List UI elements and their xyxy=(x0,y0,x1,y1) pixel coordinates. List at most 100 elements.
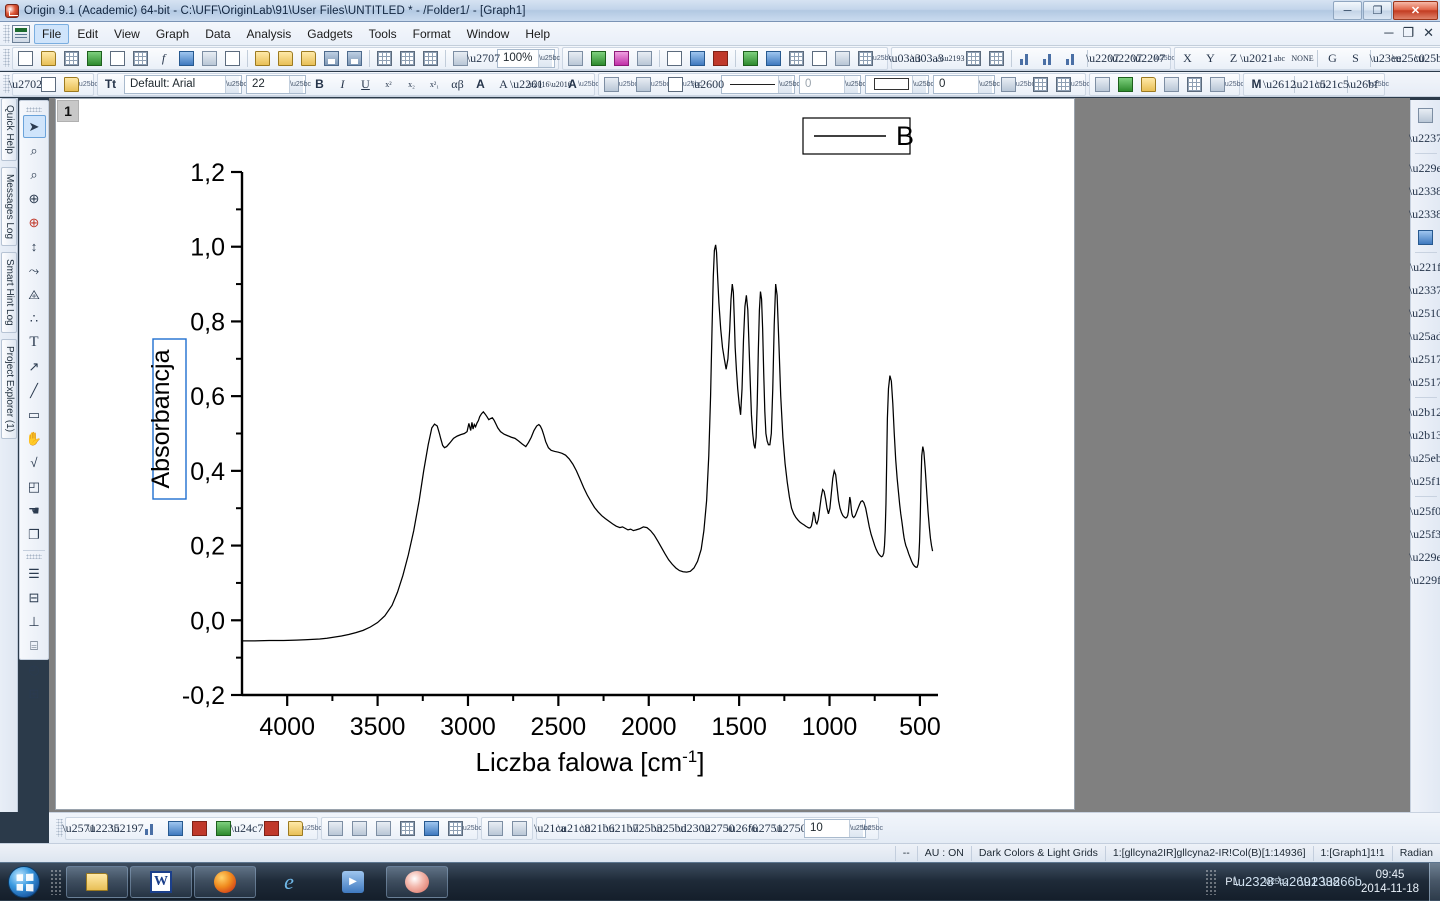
align-top-icon[interactable]: \u2b12 xyxy=(1409,401,1440,423)
font-icon[interactable]: Tt xyxy=(100,74,121,94)
set-as-label-icon[interactable]: abc xyxy=(1269,48,1290,68)
brightness-icon[interactable]: \u2600 xyxy=(691,74,724,94)
mask-points-icon[interactable] xyxy=(1092,74,1113,94)
screen-reader-tool[interactable]: ⊕ xyxy=(23,187,46,210)
mdi-restore-button[interactable]: ❐ xyxy=(1402,25,1414,41)
ungroup-objects-icon[interactable]: \u229f xyxy=(1410,569,1440,591)
text-tool[interactable]: T xyxy=(23,331,46,354)
fill-color-chevron-icon[interactable]: \u25bc xyxy=(617,74,638,94)
line-color-icon[interactable] xyxy=(665,74,686,94)
new-excel-icon[interactable] xyxy=(84,48,105,68)
scatter-matrix-icon[interactable]: \u2237 xyxy=(1409,127,1440,149)
paste-icon[interactable] xyxy=(61,74,82,94)
mdi-minimize-button[interactable]: ─ xyxy=(1384,25,1393,41)
new-function-plot-icon[interactable]: f xyxy=(153,48,174,68)
new-notes-icon[interactable] xyxy=(199,48,220,68)
minimize-button[interactable]: ─ xyxy=(1333,1,1362,20)
error-bar-tool[interactable]: ⊥ xyxy=(23,610,46,633)
statistics-icon[interactable]: \u03a3 xyxy=(911,48,944,68)
rotate-overflow-icon[interactable]: \u25bc xyxy=(862,818,883,838)
line-symbol-plot-icon[interactable]: \u2197 xyxy=(110,818,143,839)
toolbar-grip-standard[interactable] xyxy=(3,49,10,67)
new-project-icon[interactable] xyxy=(15,48,36,68)
chevron-down-icon[interactable]: \u25bc xyxy=(912,75,934,93)
axis-style-icon[interactable]: \u2517 xyxy=(1409,371,1440,393)
dock-tab-project-explorer[interactable]: Project Explorer (1) xyxy=(1,338,17,439)
zoom-panel-icon[interactable] xyxy=(763,48,784,68)
taskbar-item-explorer[interactable] xyxy=(66,865,128,898)
hide-masked-icon[interactable] xyxy=(1161,74,1182,94)
import-wizard-icon[interactable] xyxy=(374,48,395,68)
pattern-width-combo[interactable]: 0 \u25bc xyxy=(933,74,1000,94)
chevron-down-icon[interactable]: \u25bc xyxy=(844,75,866,93)
style-overflow-icon[interactable]: \u25bc xyxy=(1069,74,1090,94)
open-project-icon[interactable] xyxy=(252,48,273,68)
open-excel-icon[interactable] xyxy=(298,48,319,68)
increase-font-button[interactable]: A xyxy=(470,74,491,94)
axis-frame-right-icon[interactable]: \u2510 xyxy=(1409,302,1440,324)
zoom-level-combo[interactable]: 100% \u25bc xyxy=(497,48,560,68)
zoom-out-tool[interactable]: ⌕ xyxy=(23,163,46,186)
table-tool[interactable]: ⊞ xyxy=(23,682,46,705)
show-masked-icon[interactable] xyxy=(1184,74,1205,94)
new-workbook-icon[interactable] xyxy=(61,48,82,68)
menu-item-tools[interactable]: Tools xyxy=(361,24,405,44)
pattern-chevron-icon[interactable]: \u25bc xyxy=(1014,74,1035,94)
3d-wire-icon[interactable] xyxy=(372,818,394,839)
menu-item-view[interactable]: View xyxy=(106,24,148,44)
rectangle-tool[interactable]: ▭ xyxy=(23,403,46,426)
column-plot-icon[interactable] xyxy=(1062,48,1083,68)
regional-mask-tool[interactable]: ⨹ xyxy=(23,283,46,306)
polar-plot-icon[interactable]: \u24c7 xyxy=(231,818,264,839)
delete-masked-icon[interactable] xyxy=(1207,74,1228,94)
histogram-icon[interactable] xyxy=(1039,48,1060,68)
fill-color-icon[interactable] xyxy=(601,74,622,94)
new-matrix-icon[interactable] xyxy=(130,48,151,68)
line-style-combo[interactable]: \u25bc xyxy=(721,74,800,94)
menu-item-analysis[interactable]: Analysis xyxy=(239,24,300,44)
taskbar-item-media-player[interactable]: ▶ xyxy=(322,866,384,898)
dock-tab-quick-help[interactable]: Quick Help xyxy=(1,98,17,161)
sort-az-icon[interactable]: A\u2193 xyxy=(937,48,965,68)
3d-waterfall-icon[interactable] xyxy=(396,818,418,839)
italic-button[interactable]: I xyxy=(332,74,353,94)
table-style-icon[interactable] xyxy=(1053,74,1074,94)
menu-item-window[interactable]: Window xyxy=(459,24,518,44)
filter-apply-icon[interactable]: \u2207 xyxy=(1132,48,1165,68)
start-button[interactable] xyxy=(2,865,46,899)
run-script-icon[interactable]: \u2707 xyxy=(467,48,500,68)
font-family-combo[interactable]: Default: Arial \u25bc xyxy=(124,74,247,94)
new-folder-icon[interactable] xyxy=(38,48,59,68)
rotation-step-combo[interactable]: 10 \u25bc xyxy=(804,818,871,838)
menu-item-edit[interactable]: Edit xyxy=(69,24,106,44)
ungroup-columns-icon[interactable]: S xyxy=(1345,48,1366,68)
save-template-icon[interactable] xyxy=(344,48,365,68)
mdi-close-button[interactable]: ✕ xyxy=(1423,25,1434,41)
data-selector-tool[interactable]: ↕ xyxy=(23,235,46,258)
line-width-combo[interactable]: 0 \u25bc xyxy=(799,74,866,94)
candlestick-plot-icon[interactable] xyxy=(260,818,282,839)
add-layer-icon[interactable] xyxy=(588,48,609,68)
cut-icon[interactable]: \u2702 xyxy=(9,74,42,94)
speed-mode-icon[interactable] xyxy=(484,818,506,839)
axis-frame-full-icon[interactable]: \u25ad xyxy=(1409,325,1440,347)
zoom-in-tool[interactable]: ⌕ xyxy=(23,139,46,162)
toolbar-overflow-icon[interactable]: \u25bc xyxy=(871,48,892,68)
set-as-none-icon[interactable]: NONE xyxy=(1291,48,1313,68)
clock[interactable]: 09:45 2014-11-18 xyxy=(1353,868,1427,896)
rescale-layer-icon[interactable] xyxy=(508,818,530,839)
menu-item-help[interactable]: Help xyxy=(517,24,558,44)
stack-layers-icon[interactable] xyxy=(1414,226,1437,248)
taskbar-item-internet-explorer[interactable]: e xyxy=(258,866,320,898)
region-tool[interactable]: ◰ xyxy=(23,475,46,498)
chevron-down-icon[interactable]: \u25bc xyxy=(538,49,560,67)
next-column-icon[interactable]: \u25b6 xyxy=(1415,48,1440,68)
new-graph-icon[interactable] xyxy=(107,48,128,68)
chevron-down-icon[interactable]: \u25bc xyxy=(778,75,800,93)
arrange-four-icon[interactable]: \u2338 xyxy=(1409,180,1440,202)
label-tool[interactable]: ⊟ xyxy=(23,586,46,609)
keyboard-icon[interactable]: \u2328 xyxy=(1234,871,1274,893)
pattern-fill-icon[interactable] xyxy=(998,74,1019,94)
box-plot-icon[interactable] xyxy=(188,818,210,839)
underline-button[interactable]: U xyxy=(355,74,376,94)
